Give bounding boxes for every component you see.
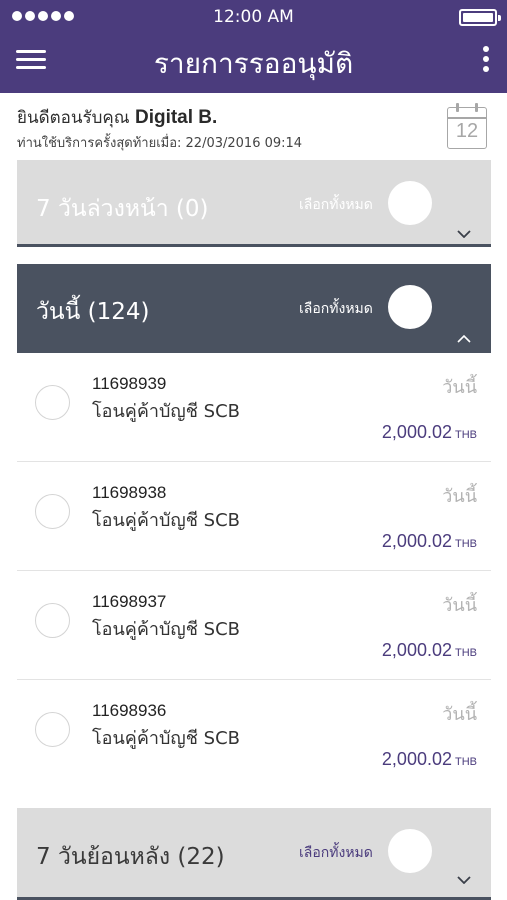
greeting-text: ยินดีตอนรับคุณ: [17, 108, 130, 128]
transaction-ref: 11698938: [92, 483, 167, 502]
transaction-ref: 11698936: [92, 701, 167, 720]
user-name: Digital B.: [134, 107, 218, 128]
transaction-amount: 2,000.02 THB: [382, 531, 477, 552]
transaction-description: โอนคู่ค้าบัญชี SCB: [92, 619, 241, 640]
app-header: 12:00 AM รายการรออนุมัติ: [0, 0, 507, 93]
select-all-checkbox[interactable]: [388, 285, 432, 329]
battery-icon: [459, 9, 501, 26]
chevron-down-icon[interactable]: [457, 876, 471, 884]
section-today-label: วันนี้ (124): [36, 299, 150, 325]
select-all-label: เลือกทั้งหมด: [299, 845, 373, 861]
chevron-up-icon[interactable]: [457, 335, 471, 343]
section-upcoming[interactable]: 7 วันล่วงหน้า (0) เลือกทั้งหมด: [17, 160, 491, 247]
transaction-row[interactable]: 11698937 โอนคู่ค้าบัญชี SCB วันนี้ 2,000…: [17, 571, 491, 680]
transaction-row[interactable]: 11698938 โอนคู่ค้าบัญชี SCB วันนี้ 2,000…: [17, 462, 491, 571]
amount-value: 2,000.02: [381, 422, 452, 442]
transaction-checkbox[interactable]: [35, 712, 70, 747]
transaction-description: โอนคู่ค้าบัญชี SCB: [92, 728, 241, 749]
amount-currency: THB: [455, 756, 477, 768]
transaction-description: โอนคู่ค้าบัญชี SCB: [92, 510, 241, 531]
transaction-row[interactable]: 11698939 โอนคู่ค้าบัญชี SCB วันนี้ 2,000…: [17, 353, 491, 462]
section-past[interactable]: 7 วันย้อนหลัง (22) เลือกทั้งหมด: [17, 808, 491, 900]
hamburger-menu-icon[interactable]: [16, 48, 48, 72]
section-upcoming-label: 7 วันล่วงหน้า (0): [36, 196, 209, 222]
transaction-amount: 2,000.02 THB: [382, 640, 477, 661]
status-bar: 12:00 AM: [0, 0, 507, 34]
transaction-ref: 11698937: [92, 592, 167, 611]
select-all-checkbox[interactable]: [388, 181, 432, 225]
select-all-label: เลือกทั้งหมด: [299, 197, 373, 213]
amount-currency: THB: [455, 647, 477, 659]
transaction-date: วันนี้: [442, 704, 477, 725]
status-time: 12:00 AM: [213, 7, 294, 27]
calendar-day: 12: [455, 120, 479, 142]
amount-value: 2,000.02: [381, 640, 452, 660]
last-login-text: ท่านใช้บริการครั้งสุดท้ายเมื่อ: 22/03/20…: [17, 136, 303, 151]
calendar-icon[interactable]: 12: [447, 103, 487, 149]
select-all-checkbox[interactable]: [388, 829, 432, 873]
welcome-block: ยินดีตอนรับคุณ Digital B. ท่านใช้บริการค…: [17, 104, 427, 153]
transaction-amount: 2,000.02 THB: [382, 422, 477, 443]
page-title: รายการรออนุมัติ: [153, 47, 354, 80]
transaction-ref: 11698939: [92, 374, 167, 393]
transaction-amount: 2,000.02 THB: [382, 749, 477, 770]
transaction-description: โอนคู่ค้าบัญชี SCB: [92, 401, 241, 422]
section-today[interactable]: วันนี้ (124) เลือกทั้งหมด: [17, 264, 491, 353]
kebab-menu-icon[interactable]: [479, 46, 493, 72]
section-past-label: 7 วันย้อนหลัง (22): [36, 844, 225, 870]
welcome-greeting-line: ยินดีตอนรับคุณ Digital B.: [17, 104, 427, 131]
transaction-row[interactable]: 11698936 โอนคู่ค้าบัญชี SCB วันนี้ 2,000…: [17, 680, 491, 789]
transaction-checkbox[interactable]: [35, 494, 70, 529]
amount-value: 2,000.02: [381, 531, 452, 551]
transaction-date: วันนี้: [442, 377, 477, 398]
transaction-date: วันนี้: [442, 486, 477, 507]
select-all-label: เลือกทั้งหมด: [299, 301, 373, 317]
transaction-checkbox[interactable]: [35, 385, 70, 420]
transaction-checkbox[interactable]: [35, 603, 70, 638]
transaction-date: วันนี้: [442, 595, 477, 616]
amount-value: 2,000.02: [381, 749, 452, 769]
amount-currency: THB: [455, 538, 477, 550]
chevron-down-icon[interactable]: [457, 230, 471, 238]
amount-currency: THB: [455, 429, 477, 441]
